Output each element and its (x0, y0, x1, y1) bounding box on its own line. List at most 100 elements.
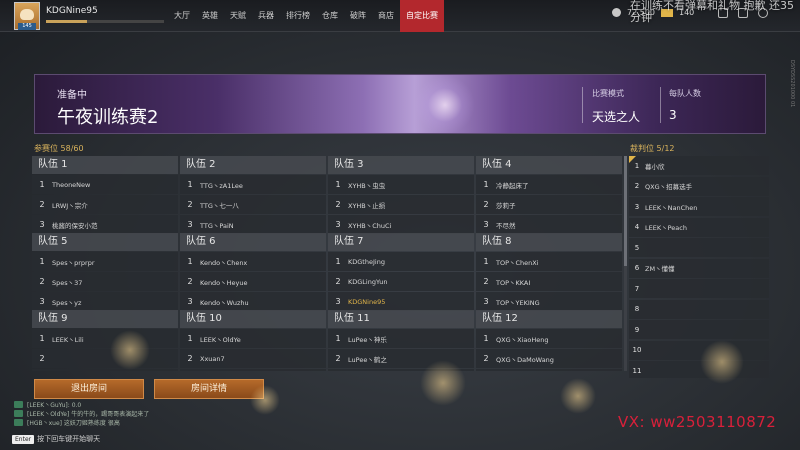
team-slot[interactable]: 2 TTG丶七一八 (180, 195, 326, 214)
team-slot[interactable]: 3 KDGNine95 (328, 292, 474, 311)
slot-number: 7 (634, 284, 640, 293)
team-card[interactable]: 队伍 12 1 QXG丶XiaoHeng 2 QXG丶DaMoWang 3 (476, 310, 622, 371)
team-slot[interactable]: 1 KDGtheJing (328, 252, 474, 271)
slot-number: 2 (483, 354, 489, 363)
team-slot[interactable]: 1 TTG丶zA1Lee (180, 175, 326, 194)
team-name: 队伍 11 (328, 310, 474, 328)
nav-item[interactable]: 排行榜 (280, 0, 316, 32)
team-slot[interactable]: 2 莎莉子 (476, 195, 622, 214)
team-grid-scrollbar[interactable] (624, 156, 627, 371)
leave-room-button[interactable]: 退出房间 (34, 379, 144, 399)
nav-item[interactable]: 英雄 (196, 0, 224, 32)
match-banner: 准备中 午夜训练赛2 比赛模式 天选之人 每队人数 3 (34, 74, 766, 134)
team-slot[interactable]: 1 QXG丶XiaoHeng (476, 329, 622, 348)
referee-list[interactable]: 1 暮小欣 2 QXG丶招募选手 3 LEEK丶NanChen 4 LEEK丶Peach 5 6 Z… (629, 156, 769, 378)
slot-number: 1 (335, 334, 341, 343)
team-slot[interactable]: 2 Xxuan7 (180, 349, 326, 368)
player-name: QXG丶DaMoWang (496, 355, 554, 364)
slot-number: 2 (483, 277, 489, 286)
slot-number: 2 (39, 354, 45, 363)
team-slot[interactable]: 1 XYHB丶虫虫 (328, 175, 474, 194)
stream-watermark: 在训练不看弹幕和礼物 抱歉 还35分钟 (630, 0, 794, 24)
nav-item[interactable]: 大厅 (168, 0, 196, 32)
referee-slot[interactable]: 4 LEEK丶Peach (629, 217, 769, 237)
team-slot[interactable]: 3 (476, 369, 622, 371)
team-slot[interactable]: 1 LEEK丶OldYe (180, 329, 326, 348)
team-slot[interactable]: 2 QXG丶DaMoWang (476, 349, 622, 368)
team-slot[interactable]: 1 TheoneNew (32, 175, 178, 194)
nav-item[interactable]: 仓库 (316, 0, 344, 32)
player-name: 不尽然 (496, 221, 516, 230)
scrollbar-thumb[interactable] (624, 156, 627, 266)
slot-number: 1 (187, 334, 193, 343)
team-slot[interactable]: 2 LRWJ丶宗介 (32, 195, 178, 214)
team-slot[interactable]: 3 (32, 369, 178, 371)
referee-slot[interactable]: 10 (629, 340, 769, 360)
player-name: LuPee丶神乐 (348, 335, 387, 344)
player-name: Spes丶37 (52, 278, 83, 287)
team-slot[interactable]: 1 TOP丶ChenXi (476, 252, 622, 271)
team-slot[interactable]: 3 Kendo丶Wuzhu (180, 292, 326, 311)
team-slot[interactable]: 2 XYHB丶止损 (328, 195, 474, 214)
nav-item[interactable]: 自定比赛 (400, 0, 444, 32)
chat-input-hint[interactable]: Enter 按下回车键开始聊天 (12, 434, 100, 444)
player-name: Kendo丶Chenx (200, 258, 248, 267)
player-name: XYHB丶虫虫 (348, 181, 386, 190)
team-slot[interactable]: 3 TOP丶YEKING (476, 292, 622, 311)
enter-key-icon: Enter (12, 434, 35, 444)
team-slot[interactable]: 1 Kendo丶Chenx (180, 252, 326, 271)
team-slot[interactable]: 2 KDGLingYun (328, 272, 474, 291)
referee-slot[interactable]: 5 (629, 238, 769, 257)
team-card[interactable]: 队伍 9 1 LEEK丶Lili 2 3 (32, 310, 178, 371)
team-slot[interactable]: 3 桃酱的保安小范 (32, 215, 178, 234)
avatar[interactable]: 145 (14, 2, 40, 30)
nav-item[interactable]: 兵器 (252, 0, 280, 32)
room-details-button[interactable]: 房间详情 (154, 379, 264, 399)
slot-number: 1 (335, 257, 341, 266)
team-slot[interactable]: 1 LEEK丶Lili (32, 329, 178, 348)
slot-number: 1 (483, 257, 489, 266)
team-slot[interactable]: 3 不尽然 (476, 215, 622, 234)
player-name: Spes丶yz (52, 298, 82, 307)
referee-slot[interactable]: 6 ZM丶懂懂 (629, 258, 769, 278)
referee-slot[interactable]: 3 LEEK丶NanChen (629, 197, 769, 216)
team-slot[interactable]: 2 TOP丶KKAI (476, 272, 622, 291)
referee-slot[interactable]: 7 (629, 279, 769, 298)
team-slot[interactable]: 3 Spes丶yz (32, 292, 178, 311)
player-name: TTG丶zA1Lee (200, 181, 243, 190)
slot-number: 9 (634, 325, 640, 334)
referee-slot[interactable]: 2 QXG丶招募选手 (629, 176, 769, 196)
player-name: KDGNine95 (348, 297, 386, 306)
team-slot[interactable]: 2 (32, 349, 178, 368)
referee-slot[interactable]: 8 (629, 299, 769, 319)
team-slot[interactable]: 3 (180, 369, 326, 371)
nav-item[interactable]: 天赋 (224, 0, 252, 32)
player-name: LEEK丶Lili (52, 335, 84, 344)
team-slot[interactable]: 2 Kendo丶Heyue (180, 272, 326, 291)
avatar-face (20, 9, 34, 20)
team-slot[interactable]: 3 TTG丶PaiN (180, 215, 326, 234)
team-slot[interactable]: 1 Spes丶prprpr (32, 252, 178, 271)
team-slot[interactable]: 1 LuPee丶神乐 (328, 329, 474, 348)
referee-slot[interactable]: 1 暮小欣 (629, 156, 769, 175)
slot-number: 8 (634, 305, 640, 313)
team-card[interactable]: 队伍 10 1 LEEK丶OldYe 2 Xxuan7 3 (180, 310, 326, 371)
player-name: KDGLingYun (348, 277, 388, 286)
team-slot[interactable]: 2 Spes丶37 (32, 272, 178, 291)
team-slot[interactable]: 3 XYHB丶ChuCi (328, 215, 474, 234)
referee-slot[interactable]: 9 (629, 320, 769, 339)
chat-text: [HGB丶xue] 这妖刀姬熟练度 很高 (27, 420, 120, 427)
avatar-level: 145 (18, 23, 36, 30)
nav-item[interactable]: 破阵 (344, 0, 372, 32)
slot-number: 10 (632, 346, 642, 354)
slot-number: 2 (187, 354, 193, 363)
match-title: 午夜训练赛2 (57, 107, 159, 128)
team-name: 队伍 9 (32, 310, 178, 328)
slot-number: 3 (483, 220, 489, 229)
player-name: TheoneNew (52, 180, 91, 189)
slot-number: 1 (39, 334, 45, 343)
referee-slot[interactable]: 11 (629, 361, 769, 378)
selected-corner-marker (629, 156, 636, 163)
team-slot[interactable]: 1 冷静起床了 (476, 175, 622, 194)
nav-item[interactable]: 商店 (372, 0, 400, 32)
